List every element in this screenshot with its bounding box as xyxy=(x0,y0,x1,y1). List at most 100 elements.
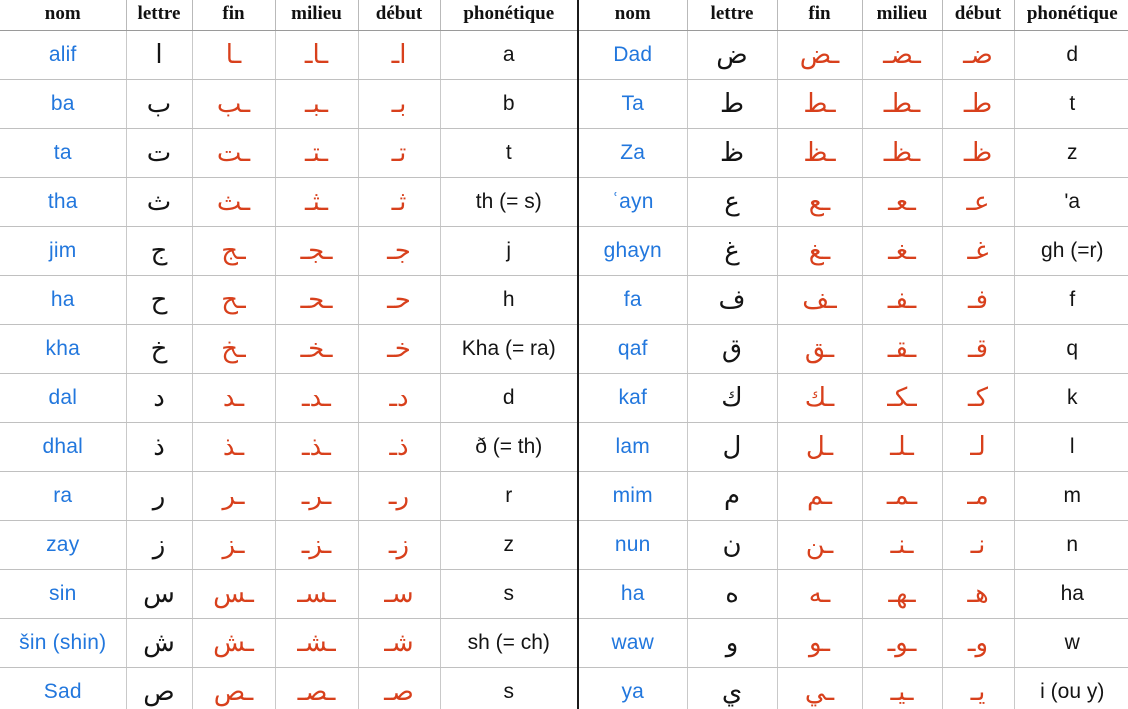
cell-phonetique-text: sh (= ch) xyxy=(467,631,550,654)
cell-lettre: ش xyxy=(126,618,193,668)
cell-nom: ya xyxy=(579,667,688,709)
cell-nom: Dad xyxy=(579,30,688,80)
cell-milieu-text: ـسـ xyxy=(297,578,336,609)
table-row: ha ه ـه ـهـ هـ ha xyxy=(579,569,1128,619)
cell-fin-text: ـظ xyxy=(803,137,836,168)
alphabet-table-right: nom lettre fin milieu début phonétique D… xyxy=(579,0,1128,709)
cell-lettre: د xyxy=(126,373,193,423)
cell-nom: mim xyxy=(579,471,688,521)
cell-nom: ʿayn xyxy=(579,177,688,227)
cell-debut: لـ xyxy=(942,422,1015,472)
cell-debut-text: ا‍ـ xyxy=(391,39,407,70)
cell-milieu-text: ـنـ xyxy=(890,529,914,560)
header-milieu: milieu xyxy=(862,0,943,31)
cell-phonetique-text: j xyxy=(506,239,512,262)
cell-nom-text: ba xyxy=(50,92,75,115)
cell-nom-text: ghayn xyxy=(603,239,662,262)
cell-nom: kha xyxy=(0,324,127,374)
cell-lettre-text: ر xyxy=(152,480,166,511)
cell-milieu-text: ـحـ xyxy=(300,284,333,315)
cell-fin-text: ـغ xyxy=(808,235,831,266)
cell-fin: ـش xyxy=(192,618,276,668)
cell-nom: qaf xyxy=(579,324,688,374)
cell-nom: nun xyxy=(579,520,688,570)
cell-phonetique-text: th (= s) xyxy=(475,190,542,213)
cell-debut-text: قـ xyxy=(967,333,989,364)
cell-nom-text: waw xyxy=(611,631,655,654)
cell-lettre: ل xyxy=(687,422,778,472)
cell-debut: غـ xyxy=(942,226,1015,276)
cell-nom-text: Dad xyxy=(613,43,653,66)
cell-milieu-text: ـفـ xyxy=(887,284,917,315)
cell-nom: ghayn xyxy=(579,226,688,276)
arabic-alphabet-table-page: nom lettre fin milieu début phonétique a… xyxy=(0,0,1128,709)
cell-lettre: ط xyxy=(687,79,778,129)
cell-phonetique-text: w xyxy=(1064,631,1080,654)
table-header-row: nom lettre fin milieu début phonétique xyxy=(579,0,1128,31)
cell-fin: ـط xyxy=(777,79,863,129)
cell-phonetique: w xyxy=(1014,618,1128,668)
cell-fin: ـو xyxy=(777,618,863,668)
cell-nom-text: ya xyxy=(621,680,645,704)
cell-debut-text: عـ xyxy=(966,186,990,217)
cell-nom-text: kha xyxy=(45,337,80,360)
cell-phonetique: n xyxy=(1014,520,1128,570)
cell-phonetique-text: f xyxy=(1069,288,1076,311)
cell-lettre: ي xyxy=(687,667,778,709)
cell-nom: dal xyxy=(0,373,127,423)
cell-milieu: ـاـ xyxy=(275,30,359,80)
header-phonetique: phonétique xyxy=(440,0,577,31)
cell-lettre-text: ث xyxy=(146,186,172,217)
cell-debut: ا‍ـ xyxy=(358,30,441,80)
cell-debut: جـ xyxy=(358,226,441,276)
cell-nom-text: Ta xyxy=(621,92,645,115)
cell-lettre: ث xyxy=(126,177,193,227)
cell-phonetique: gh (=r) xyxy=(1014,226,1128,276)
cell-debut: بـ xyxy=(358,79,441,129)
cell-phonetique: ð (= th) xyxy=(440,422,577,472)
table-row: waw و ـو ـوـ وـ w xyxy=(579,618,1128,668)
cell-phonetique-text: q xyxy=(1066,337,1079,360)
cell-debut: زـ xyxy=(358,520,441,570)
cell-phonetique: f xyxy=(1014,275,1128,325)
header-lettre: lettre xyxy=(126,0,193,31)
table-row: Za ظ ـظ ـظـ ظـ z xyxy=(579,128,1128,178)
cell-lettre-text: ف xyxy=(718,284,746,315)
cell-milieu: ـرـ xyxy=(275,471,359,521)
cell-phonetique-text: i (ou y) xyxy=(1040,680,1105,704)
cell-lettre-text: ه xyxy=(725,578,739,609)
cell-debut-text: غـ xyxy=(967,235,989,266)
table-row: ba ب ـب ـبـ بـ b xyxy=(0,79,577,129)
cell-phonetique-text: l xyxy=(1069,435,1075,458)
cell-milieu-text: ـجـ xyxy=(300,235,333,266)
cell-fin-text: ـض xyxy=(799,39,840,70)
cell-debut-text: زـ xyxy=(388,529,410,560)
cell-debut: مـ xyxy=(942,471,1015,521)
cell-phonetique: th (= s) xyxy=(440,177,577,227)
cell-milieu: ـضـ xyxy=(862,30,943,80)
cell-milieu-text: ـثـ xyxy=(304,186,329,217)
cell-debut-text: رـ xyxy=(388,480,410,511)
cell-debut: هـ xyxy=(942,569,1015,619)
cell-debut: رـ xyxy=(358,471,441,521)
cell-fin-text: ـش xyxy=(213,627,254,658)
cell-phonetique-text: h xyxy=(502,288,515,311)
cell-phonetique-text: z xyxy=(503,533,515,556)
cell-fin: ـخ xyxy=(192,324,276,374)
cell-debut-text: ظـ xyxy=(963,137,993,168)
cell-milieu-text: ـشـ xyxy=(297,627,336,658)
cell-phonetique: i (ou y) xyxy=(1014,667,1128,709)
cell-nom-text: ha xyxy=(620,582,645,605)
cell-milieu-text: ـمـ xyxy=(886,480,918,511)
cell-milieu: ـهـ xyxy=(862,569,943,619)
cell-nom: ra xyxy=(0,471,127,521)
cell-phonetique-text: s xyxy=(503,582,515,605)
cell-fin-text: ـث xyxy=(216,186,251,217)
cell-milieu: ـعـ xyxy=(862,177,943,227)
cell-lettre: س xyxy=(126,569,193,619)
cell-milieu-text: ـطـ xyxy=(883,88,921,119)
cell-nom-text: šin (shin) xyxy=(19,631,107,654)
table-row: alif ا ـا ـاـ ا‍ـ a xyxy=(0,30,577,80)
cell-nom-text: tha xyxy=(47,190,78,213)
cell-milieu: ـنـ xyxy=(862,520,943,570)
